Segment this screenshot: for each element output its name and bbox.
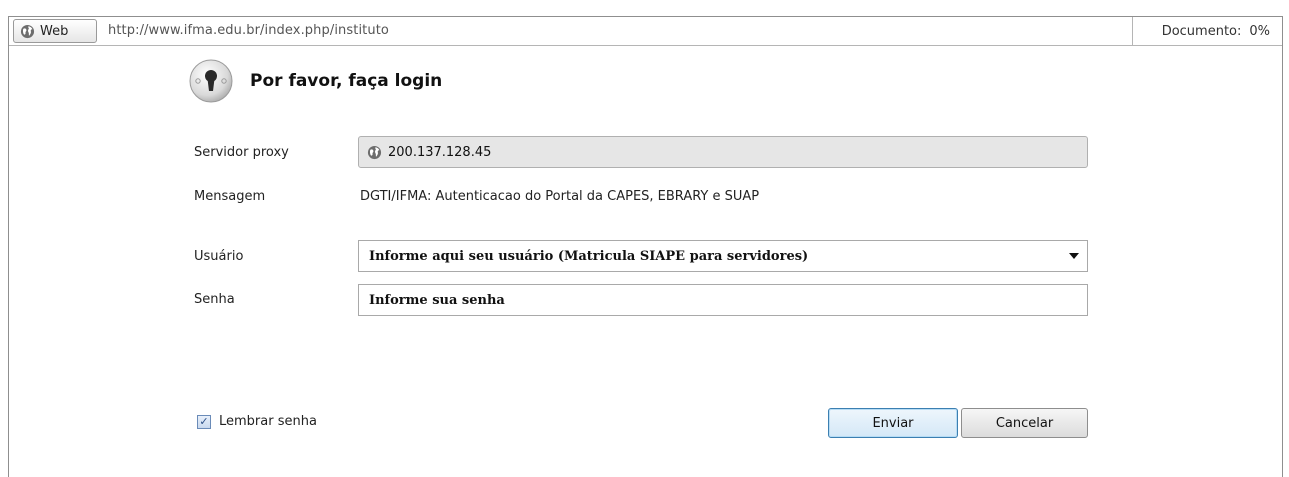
submit-button[interactable]: Enviar	[828, 408, 958, 438]
status-value: 0%	[1249, 23, 1270, 39]
password-label: Senha	[194, 292, 235, 307]
username-value: Informe aqui seu usuário (Matricula SIAP…	[369, 248, 809, 264]
username-combobox[interactable]: Informe aqui seu usuário (Matricula SIAP…	[358, 240, 1088, 272]
submit-button-label: Enviar	[872, 415, 914, 431]
web-identity-button[interactable]: Web	[13, 19, 97, 43]
globe-icon	[367, 145, 382, 159]
globe-icon	[20, 24, 35, 38]
keyhole-icon	[189, 59, 233, 103]
dialog-header: Por favor, faça login	[188, 58, 442, 104]
checkmark-icon: ✓	[199, 415, 209, 428]
remember-password-label[interactable]: Lembrar senha	[219, 414, 317, 429]
password-value: Informe sua senha	[369, 292, 505, 308]
status-label: Documento:	[1161, 23, 1242, 39]
proxy-server-field: 200.137.128.45	[358, 136, 1088, 168]
password-field[interactable]: Informe sua senha	[358, 284, 1088, 316]
chevron-down-icon[interactable]	[1069, 253, 1079, 259]
username-label: Usuário	[194, 249, 244, 264]
cancel-button[interactable]: Cancelar	[961, 408, 1088, 438]
proxy-label: Servidor proxy	[194, 145, 289, 160]
remember-password-row[interactable]: ✓ Lembrar senha	[197, 414, 317, 429]
dialog-title: Por favor, faça login	[250, 71, 443, 91]
url-text[interactable]: http://www.ifma.edu.br/index.php/institu…	[108, 23, 389, 38]
proxy-value: 200.137.128.45	[388, 144, 492, 160]
web-label: Web	[40, 23, 69, 39]
remember-password-checkbox[interactable]: ✓	[197, 414, 211, 429]
document-status: Documento: 0%	[1132, 17, 1282, 45]
message-text: DGTI/IFMA: Autenticacao do Portal da CAP…	[360, 189, 760, 204]
message-label: Mensagem	[194, 189, 266, 204]
address-bar: Web http://www.ifma.edu.br/index.php/ins…	[9, 17, 1282, 46]
cancel-button-label: Cancelar	[995, 415, 1054, 431]
